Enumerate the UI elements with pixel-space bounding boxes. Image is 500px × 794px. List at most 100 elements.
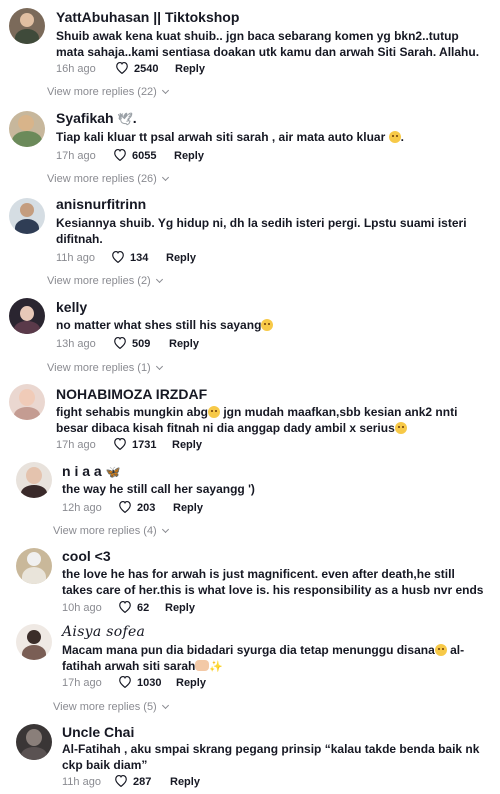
heart-icon[interactable] [111, 250, 125, 263]
view-more-replies[interactable]: View more replies (26) [47, 172, 169, 186]
timestamp: 16h ago [56, 63, 96, 75]
comment-line: Tiap kali kluar tt psal arwah siti sarah… [56, 130, 386, 144]
heart-icon[interactable] [113, 148, 127, 161]
reply-button[interactable]: Reply [175, 62, 205, 76]
username[interactable]: cool <3 [62, 548, 111, 565]
comment-line: fight sehabis mungkin abg jgn mudah maaf… [56, 404, 496, 420]
view-replies-label: View more replies (4) [53, 525, 157, 537]
username-text: Syafikah [56, 110, 114, 126]
view-more-replies[interactable]: View more replies (22) [47, 85, 169, 99]
username[interactable]: NOHABIMOZA IRZDAF [56, 386, 207, 403]
chevron-down-icon [161, 525, 169, 534]
pleading-face-emoji-icon [388, 131, 401, 143]
view-replies-label: View more replies (26) [47, 173, 157, 185]
username[interactable]: Uncle Chai [62, 724, 134, 741]
like-count: 1731 [132, 439, 157, 451]
username[interactable]: n i a a 🦋 [62, 463, 121, 481]
comment-line: the love he has for arwah is just magnif… [62, 567, 455, 581]
heart-icon[interactable] [114, 774, 128, 787]
sparkles-emoji-icon: ✨ [209, 661, 224, 673]
pleading-face-emoji-icon [394, 422, 407, 434]
praying-hands-emoji-icon [195, 660, 210, 671]
comment-line: the way he still call her sayangg ') [62, 482, 255, 496]
comment-line-part: besar dibaca kisah fitnah ni dia anggap … [56, 421, 395, 435]
comment-text: no matter what shes still his sayang [56, 317, 496, 333]
comment-text: the way he still call her sayangg ') [62, 481, 500, 497]
heart-icon[interactable] [118, 675, 132, 688]
reply-button[interactable]: Reply [173, 501, 203, 515]
reply-button[interactable]: Reply [174, 149, 204, 163]
username[interactable]: YattAbuhasan || Tiktokshop [56, 9, 239, 26]
avatar[interactable] [9, 298, 45, 334]
comment-line: ckp baik diam” [62, 758, 148, 772]
comment-line: takes care of her.this is what love is. … [62, 583, 484, 597]
comment-line: mata sahaja..kami sentiasa doakan utk ka… [56, 45, 480, 59]
comment-line: Kesiannya shuib. Yg hidup ni, dh la sedi… [56, 216, 467, 230]
heart-icon[interactable] [113, 336, 127, 349]
heart-icon[interactable] [115, 61, 129, 74]
avatar[interactable] [9, 384, 45, 420]
timestamp: 10h ago [62, 602, 102, 614]
comment-line: fatihah arwah siti sarah ✨ [62, 658, 492, 675]
like-count: 2540 [134, 63, 159, 75]
comment-text: Shuib awak kena kuat shuib.. jgn baca se… [56, 28, 496, 60]
comment-text: Tiap kali kluar tt psal arwah siti sarah… [56, 130, 404, 144]
heart-icon[interactable] [113, 437, 127, 450]
view-replies-label: View more replies (1) [47, 362, 151, 374]
like-count: 62 [137, 602, 150, 614]
reply-button[interactable]: Reply [169, 337, 199, 351]
timestamp: 17h ago [56, 439, 96, 451]
chevron-down-icon [155, 362, 163, 371]
comment-line-part: al- [446, 643, 465, 657]
timestamp: 11h ago [56, 252, 95, 264]
heart-icon[interactable] [118, 600, 132, 613]
pleading-face-emoji-icon [208, 406, 221, 418]
comment-text: the love he has for arwah is just magnif… [62, 566, 492, 598]
view-more-replies[interactable]: View more replies (5) [53, 700, 169, 714]
username[interactable]: Aisya sofea [62, 624, 145, 641]
like-count: 134 [130, 252, 149, 264]
comment-line: difitnah. [56, 232, 103, 246]
reply-button[interactable]: Reply [172, 438, 202, 452]
comment-text: Kesiannya shuib. Yg hidup ni, dh la sedi… [56, 215, 496, 247]
view-replies-label: View more replies (2) [47, 275, 151, 287]
reply-button[interactable]: Reply [165, 601, 195, 615]
avatar[interactable] [9, 198, 45, 234]
heart-icon[interactable] [118, 500, 132, 513]
comment-line: no matter what shes still his sayang [56, 318, 262, 332]
avatar[interactable] [16, 462, 52, 498]
relieved-face-emoji-icon [434, 644, 447, 656]
like-count: 6055 [132, 150, 157, 162]
chevron-down-icon [161, 86, 169, 95]
view-replies-label: View more replies (22) [47, 86, 157, 98]
username[interactable]: Syafikah 🕊. [56, 110, 137, 128]
username[interactable]: anisnurfitrinn [56, 196, 146, 213]
view-replies-label: View more replies (5) [53, 701, 157, 713]
comment-text: Al-Fatihah , aku smpai skrang pegang pri… [62, 741, 492, 773]
chevron-down-icon [155, 275, 163, 284]
chevron-down-icon [161, 701, 169, 710]
avatar[interactable] [16, 548, 52, 584]
comment-line-part: fatihah arwah siti sarah [62, 659, 196, 673]
username[interactable]: kelly [56, 299, 87, 316]
avatar[interactable] [16, 624, 52, 660]
reply-button[interactable]: Reply [166, 251, 196, 265]
timestamp: 12h ago [62, 502, 102, 514]
avatar[interactable] [9, 8, 45, 44]
view-more-replies[interactable]: View more replies (1) [47, 361, 163, 375]
comment-line: besar dibaca kisah fitnah ni dia anggap … [56, 420, 496, 436]
like-count: 203 [137, 502, 156, 514]
reply-button[interactable]: Reply [176, 676, 206, 690]
comment-line: Shuib awak kena kuat shuib.. jgn baca se… [56, 29, 459, 43]
avatar[interactable] [16, 724, 52, 760]
view-more-replies[interactable]: View more replies (2) [47, 274, 163, 288]
like-count: 287 [133, 776, 152, 788]
username-text: n i a a [62, 463, 102, 479]
view-more-replies[interactable]: View more replies (4) [53, 524, 169, 538]
avatar[interactable] [9, 111, 45, 147]
timestamp: 17h ago [62, 677, 102, 689]
like-count: 1030 [137, 677, 162, 689]
crying-face-emoji-icon [261, 319, 274, 331]
comment-line-part: Macam mana pun dia bidadari syurga dia t… [62, 643, 435, 657]
reply-button[interactable]: Reply [170, 775, 200, 789]
